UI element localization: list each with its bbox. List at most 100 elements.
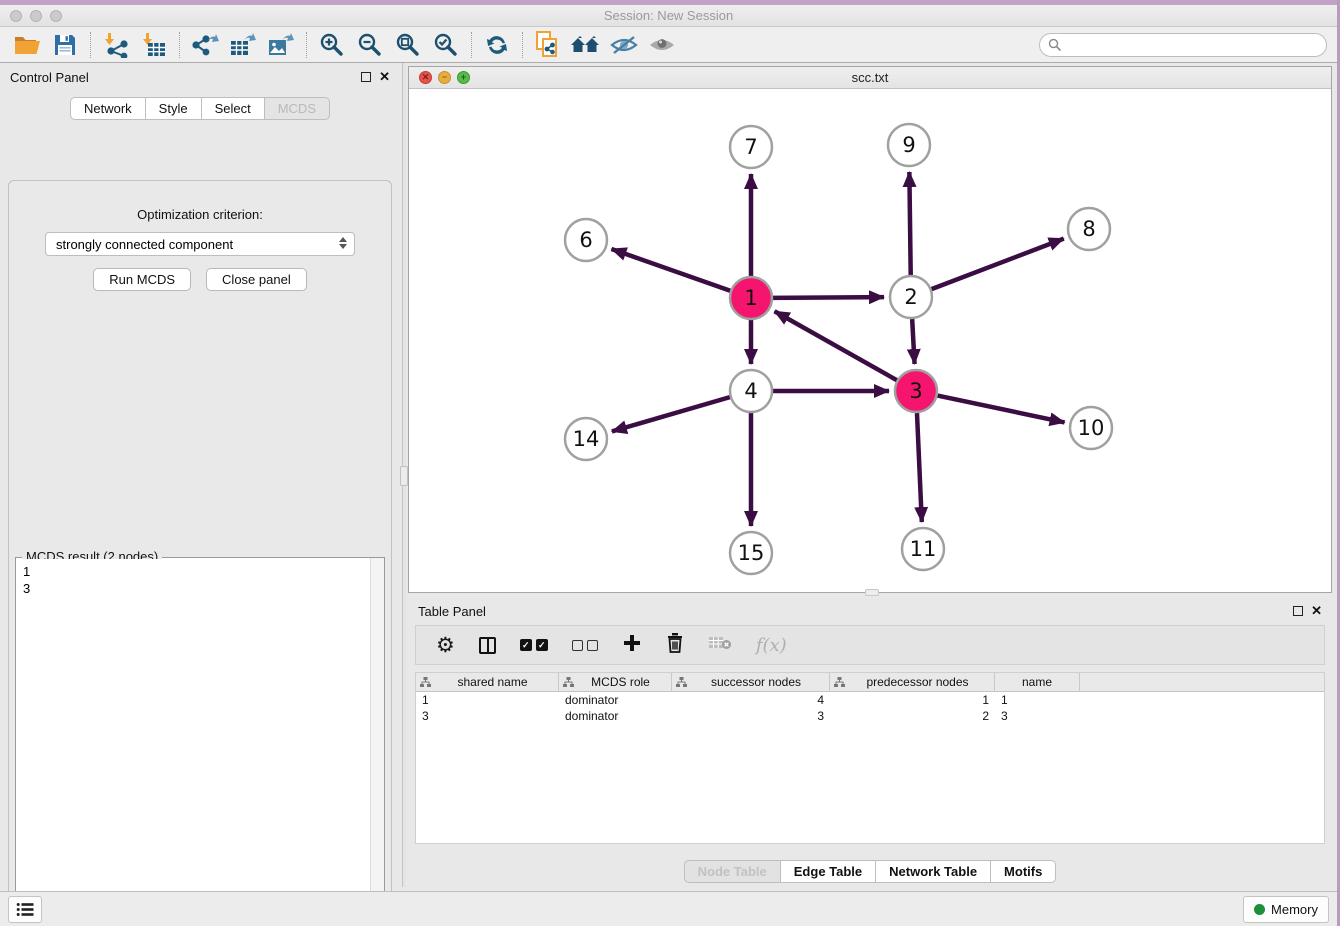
delete-column-icon[interactable] — [666, 632, 684, 658]
settings-gear-icon[interactable]: ⚙ — [436, 635, 455, 656]
close-panel-icon[interactable]: ✕ — [379, 72, 390, 82]
graph-edge-2-8[interactable] — [932, 239, 1064, 290]
search-input[interactable] — [1039, 33, 1327, 57]
panel-splitter[interactable] — [402, 63, 406, 887]
cell-mcds-role[interactable]: dominator — [559, 692, 672, 708]
float-panel-icon[interactable] — [361, 72, 371, 82]
tab-motifs[interactable]: Motifs — [991, 860, 1056, 883]
new-network-from-selection-icon[interactable] — [529, 30, 567, 60]
cell-predecessor-nodes[interactable]: 1 — [830, 692, 995, 708]
graph-node-label: 11 — [910, 537, 937, 561]
function-builder-icon[interactable]: f(x) — [756, 635, 787, 656]
hide-selected-icon[interactable] — [605, 30, 643, 60]
deselect-all-checkboxes-icon[interactable] — [572, 640, 598, 651]
network-window-title: scc.txt — [409, 70, 1331, 85]
export-image-icon[interactable] — [262, 30, 300, 60]
tab-network-table[interactable]: Network Table — [876, 860, 991, 883]
refresh-layout-icon[interactable] — [478, 30, 516, 60]
graph-node-label: 1 — [744, 286, 757, 310]
tab-style[interactable]: Style — [146, 97, 202, 120]
close-panel-button[interactable]: Close panel — [206, 268, 307, 291]
add-column-icon[interactable] — [622, 633, 642, 658]
graph-node-label: 2 — [904, 285, 917, 309]
column-type-icon — [834, 677, 845, 687]
close-table-panel-icon[interactable]: ✕ — [1311, 606, 1322, 616]
cell-predecessor-nodes[interactable]: 2 — [830, 708, 995, 724]
graph-edge-2-3[interactable] — [912, 319, 914, 364]
graph-node-label: 7 — [744, 135, 757, 159]
toolbar-divider — [522, 32, 523, 58]
control-panel: Control Panel ✕ Network Style Select MCD… — [0, 63, 400, 887]
cell-name[interactable]: 3 — [995, 708, 1080, 724]
table-row[interactable]: 3 dominator 3 2 3 — [416, 708, 1324, 724]
cell-successor-nodes[interactable]: 4 — [672, 692, 830, 708]
network-resize-grip[interactable] — [865, 589, 879, 596]
app-titlebar: Session: New Session — [0, 5, 1337, 27]
toolbar-divider — [471, 32, 472, 58]
tab-mcds[interactable]: MCDS — [265, 97, 330, 120]
delete-table-icon[interactable] — [708, 635, 732, 656]
table-panel-title: Table Panel — [418, 604, 486, 619]
result-scrollbar[interactable] — [370, 558, 384, 926]
export-table-icon[interactable] — [224, 30, 262, 60]
graph-edge-3-10[interactable] — [938, 396, 1065, 423]
export-network-icon[interactable] — [186, 30, 224, 60]
table-tabs: Node Table Edge Table Network Table Moti… — [408, 860, 1332, 883]
graph-edge-3-11[interactable] — [917, 413, 922, 522]
cell-shared-name[interactable]: 3 — [416, 708, 559, 724]
graph-node-label: 4 — [744, 379, 757, 403]
first-neighbors-icon[interactable] — [567, 30, 605, 60]
table-row[interactable]: 1 dominator 4 1 1 — [416, 692, 1324, 708]
cell-successor-nodes[interactable]: 3 — [672, 708, 830, 724]
criterion-value: strongly connected component — [56, 237, 233, 252]
dropdown-stepper-icon — [339, 237, 347, 249]
graph-edge-1-2[interactable] — [773, 297, 884, 298]
criterion-dropdown[interactable]: strongly connected component — [45, 232, 355, 256]
task-history-button[interactable] — [8, 896, 42, 923]
tab-node-table[interactable]: Node Table — [684, 860, 781, 883]
memory-button[interactable]: Memory — [1243, 896, 1329, 923]
column-header-name[interactable]: name — [995, 673, 1080, 691]
open-file-icon[interactable] — [8, 30, 46, 60]
control-panel-title: Control Panel — [10, 70, 89, 85]
column-header-successor-nodes[interactable]: successor nodes — [672, 673, 830, 691]
import-table-icon[interactable] — [135, 30, 173, 60]
split-columns-icon[interactable] — [479, 637, 496, 654]
save-session-icon[interactable] — [46, 30, 84, 60]
graph-edge-2-9[interactable] — [909, 172, 910, 275]
application-window: Session: New Session — [0, 0, 1340, 926]
cell-name[interactable]: 1 — [995, 692, 1080, 708]
tab-network[interactable]: Network — [70, 97, 146, 120]
select-all-checkboxes-icon[interactable]: ✓✓ — [520, 639, 548, 651]
graph-edge-3-1[interactable] — [775, 311, 897, 380]
zoom-out-icon[interactable] — [351, 30, 389, 60]
graph-edge-1-6[interactable] — [611, 249, 730, 291]
zoom-selected-icon[interactable] — [427, 30, 465, 60]
toolbar-divider — [306, 32, 307, 58]
cell-shared-name[interactable]: 1 — [416, 692, 559, 708]
tab-select[interactable]: Select — [202, 97, 265, 120]
column-type-icon — [676, 677, 687, 687]
run-mcds-button[interactable]: Run MCDS — [93, 268, 191, 291]
table-toolbar: ⚙ ✓✓ f(x) — [415, 625, 1325, 665]
column-header-shared-name[interactable]: shared name — [416, 673, 559, 691]
column-header-predecessor-nodes[interactable]: predecessor nodes — [830, 673, 995, 691]
network-window-titlebar: ✕ − + scc.txt — [409, 67, 1331, 89]
mcds-result-list[interactable]: 1 3 — [17, 559, 369, 926]
toolbar-divider — [90, 32, 91, 58]
splitter-grip[interactable] — [400, 466, 408, 486]
node-table: shared name MCDS role successor nodes pr… — [415, 672, 1325, 844]
show-all-icon[interactable] — [643, 30, 681, 60]
graph-edge-4-14[interactable] — [612, 397, 730, 431]
column-header-mcds-role[interactable]: MCDS role — [559, 673, 672, 691]
cell-mcds-role[interactable]: dominator — [559, 708, 672, 724]
network-graph[interactable]: 7968124314101511 — [409, 89, 1331, 592]
zoom-in-icon[interactable] — [313, 30, 351, 60]
float-table-panel-icon[interactable] — [1293, 606, 1303, 616]
control-panel-tabs: Network Style Select MCDS — [0, 97, 400, 120]
tab-edge-table[interactable]: Edge Table — [781, 860, 876, 883]
import-network-icon[interactable] — [97, 30, 135, 60]
table-panel: Table Panel ✕ ⚙ ✓✓ f(x) shared name MCDS… — [408, 597, 1332, 887]
network-canvas[interactable]: 7968124314101511 — [409, 89, 1331, 592]
zoom-fit-icon[interactable] — [389, 30, 427, 60]
